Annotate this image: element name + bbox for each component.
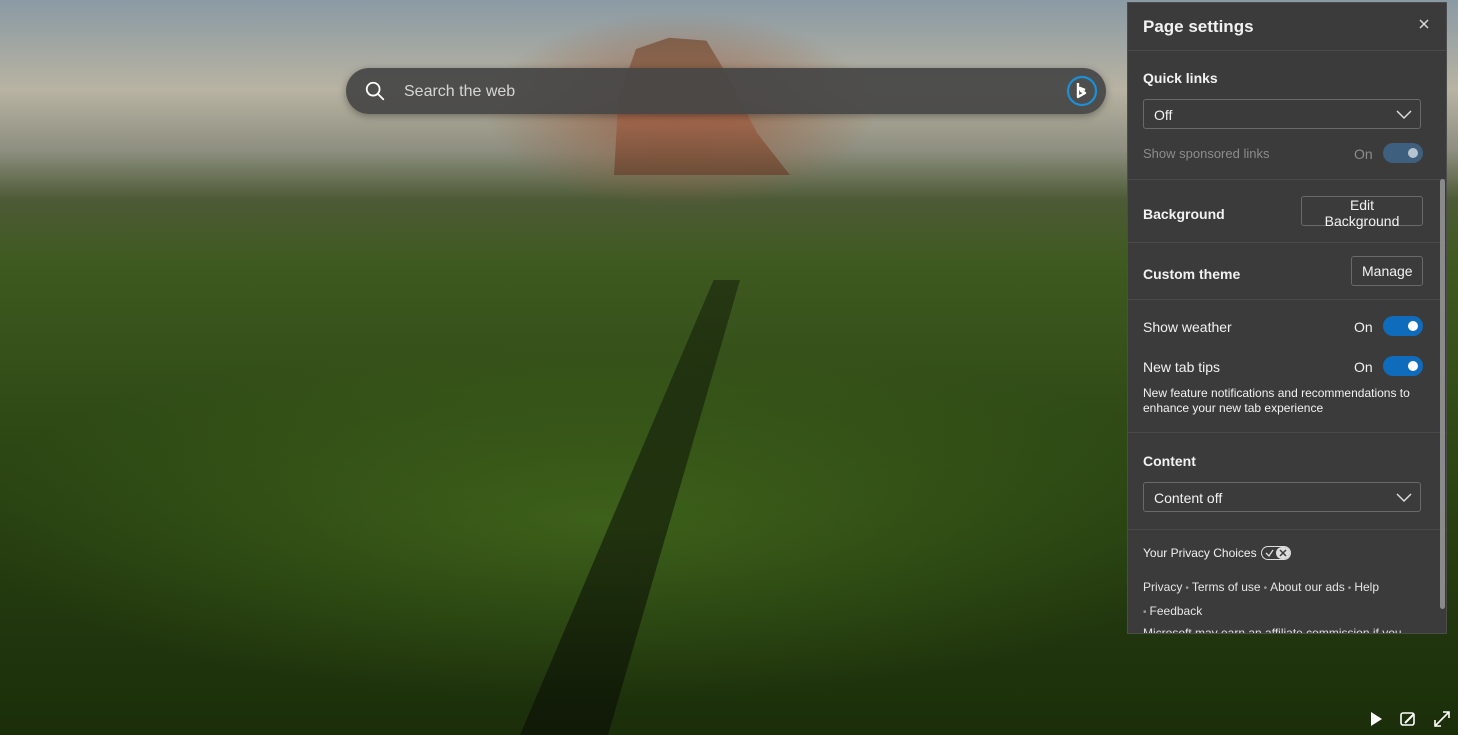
show-weather-toggle[interactable] <box>1383 316 1423 336</box>
content-section: Content Content off <box>1128 433 1446 530</box>
show-weather-label: Show weather <box>1143 319 1232 335</box>
play-icon[interactable] <box>1366 709 1386 729</box>
search-input[interactable] <box>402 76 1046 108</box>
content-dropdown[interactable]: Content off <box>1143 482 1421 512</box>
footer-links: Privacy • Terms of use • About our ads • Help •… <box>1143 580 1379 618</box>
show-weather-state: On <box>1354 319 1373 335</box>
chevron-down-icon <box>1396 493 1412 503</box>
terms-link[interactable]: Terms of use <box>1192 580 1261 594</box>
bing-icon[interactable] <box>1066 75 1098 107</box>
feedback-link[interactable]: Feedback <box>1150 604 1203 618</box>
new-tab-tips-toggle[interactable] <box>1383 356 1423 376</box>
new-tab-tips-state: On <box>1354 359 1373 375</box>
background-title: Background <box>1143 206 1225 222</box>
page-settings-panel: Page settings Quick links Off Show spons… <box>1127 2 1447 634</box>
privacy-choices-link[interactable]: Your Privacy Choices <box>1143 546 1291 560</box>
panel-title: Page settings <box>1143 17 1254 36</box>
privacy-choices-icon <box>1260 546 1291 560</box>
quick-links-section: Quick links Off Show sponsored links On <box>1128 51 1446 180</box>
sponsored-links-label: Show sponsored links <box>1143 146 1270 161</box>
weather-tips-section: Show weather On New tab tips On New feat… <box>1128 300 1446 433</box>
privacy-choices-label: Your Privacy Choices <box>1143 546 1257 560</box>
quick-links-selected: Off <box>1154 107 1173 123</box>
custom-theme-title: Custom theme <box>1143 266 1241 282</box>
sponsored-links-toggle[interactable] <box>1383 143 1423 163</box>
manage-theme-button[interactable]: Manage <box>1351 256 1423 286</box>
panel-footer: Your Privacy Choices Privacy • Terms of us… <box>1128 530 1446 634</box>
quick-links-title: Quick links <box>1143 70 1218 86</box>
content-selected: Content off <box>1154 490 1223 506</box>
background-section: Background Edit Background <box>1128 180 1446 243</box>
search-icon[interactable] <box>364 80 386 102</box>
privacy-link[interactable]: Privacy <box>1143 580 1182 594</box>
panel-header: Page settings <box>1128 3 1446 51</box>
help-link[interactable]: Help <box>1354 580 1379 594</box>
edit-background-button[interactable]: Edit Background <box>1301 196 1423 229</box>
edit-image-icon[interactable] <box>1398 709 1418 729</box>
expand-icon[interactable] <box>1432 709 1452 729</box>
custom-theme-section: Custom theme Manage <box>1128 243 1446 300</box>
panel-scrollbar[interactable] <box>1440 179 1445 609</box>
content-title: Content <box>1143 453 1196 469</box>
chevron-down-icon <box>1396 110 1412 120</box>
about-ads-link[interactable]: About our ads <box>1270 580 1345 594</box>
new-tab-tips-label: New tab tips <box>1143 359 1221 375</box>
new-tab-tips-description: New feature notifications and recommenda… <box>1143 386 1410 415</box>
sponsored-links-state: On <box>1354 146 1373 162</box>
close-icon[interactable] <box>1414 14 1434 34</box>
search-bar <box>346 68 1106 114</box>
quick-links-dropdown[interactable]: Off <box>1143 99 1421 129</box>
affiliate-notice: Microsoft may earn an affiliate commissi… <box>1143 626 1402 634</box>
